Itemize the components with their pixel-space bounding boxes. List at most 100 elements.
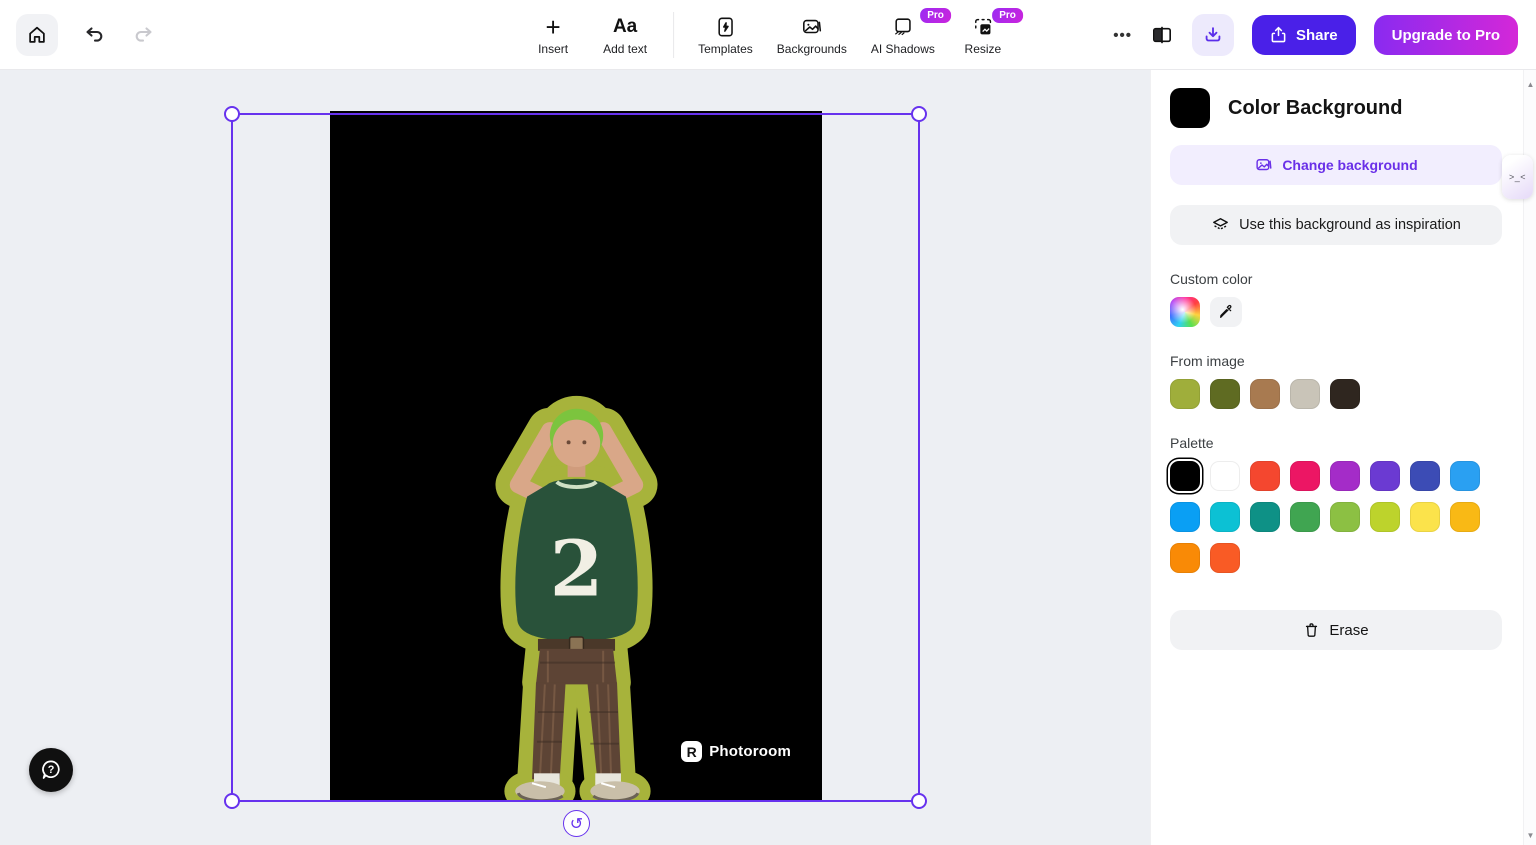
redo-icon (132, 23, 156, 47)
erase-button[interactable]: Erase (1170, 610, 1502, 650)
home-icon (26, 24, 48, 46)
color-swatch[interactable] (1210, 502, 1240, 532)
color-swatch[interactable] (1210, 461, 1240, 491)
change-background-button[interactable]: Change background (1170, 145, 1502, 185)
color-swatch[interactable] (1210, 379, 1240, 409)
undo-button[interactable] (80, 21, 108, 49)
color-swatch[interactable] (1170, 461, 1200, 491)
color-swatch[interactable] (1410, 461, 1440, 491)
watermark-text: Photoroom (709, 743, 791, 760)
help-icon: ? (38, 757, 64, 783)
trash-icon (1303, 621, 1320, 639)
color-swatch[interactable] (1330, 461, 1360, 491)
share-icon (1270, 26, 1287, 44)
editor-canvas[interactable]: 2 R Photoroom ↺ ? (0, 70, 1150, 845)
toolbar-item-label: Backgrounds (776, 41, 847, 56)
palette-swatches (1170, 461, 1492, 573)
photoroom-watermark: R Photoroom (681, 741, 791, 762)
color-swatch[interactable] (1170, 543, 1200, 573)
erase-label: Erase (1329, 621, 1369, 639)
download-button[interactable] (1191, 14, 1234, 56)
help-button[interactable]: ? (29, 748, 73, 792)
more-options-button[interactable]: ••• (1113, 27, 1132, 44)
share-label: Share (1295, 26, 1338, 44)
compare-icon (1151, 25, 1173, 45)
eyedropper-icon (1218, 304, 1234, 320)
toolbar-item-resize[interactable]: Pro Resize (959, 7, 1023, 56)
toolbar-item-templates[interactable]: Templates (698, 15, 753, 56)
redo-button[interactable] (130, 21, 158, 49)
more-icon: ••• (1113, 26, 1132, 44)
toolbar-item-label: Add text (603, 41, 648, 56)
scroll-down-arrow-icon[interactable]: ▼ (1524, 831, 1536, 840)
color-swatch[interactable] (1450, 502, 1480, 532)
subject-person-cutout[interactable]: 2 (453, 385, 700, 802)
peek-face-tab[interactable]: >_< (1502, 155, 1533, 199)
resize-handle-top-left[interactable] (224, 106, 240, 122)
toolbar-item-label: Insert (538, 41, 569, 56)
backgrounds-icon (800, 15, 823, 39)
pro-badge: Pro (992, 7, 1023, 23)
ai-shadows-icon (891, 15, 914, 39)
color-swatch[interactable] (1410, 502, 1440, 532)
color-swatch[interactable] (1250, 502, 1280, 532)
color-swatch[interactable] (1170, 379, 1200, 409)
from-image-swatches (1170, 379, 1501, 409)
home-button[interactable] (16, 14, 58, 56)
resize-handle-bottom-right[interactable] (911, 793, 927, 809)
rotate-icon: ↺ (569, 815, 584, 833)
share-button[interactable]: Share (1251, 15, 1356, 55)
image-artboard[interactable]: 2 R Photoroom (330, 111, 822, 802)
from-image-label: From image (1170, 353, 1245, 369)
custom-color-picker[interactable] (1170, 297, 1200, 327)
toolbar-item-insert[interactable]: + Insert (529, 11, 577, 56)
inspiration-label: Use this background as inspiration (1239, 217, 1461, 233)
color-swatch[interactable] (1450, 461, 1480, 491)
template-icon (715, 15, 736, 39)
toolbar-item-add-text[interactable]: Aa Add text (601, 15, 649, 56)
color-swatch[interactable] (1330, 502, 1360, 532)
face-icon: >_< (1508, 172, 1527, 182)
upgrade-label: Upgrade to Pro (1391, 26, 1500, 44)
resize-handle-bottom-left[interactable] (224, 793, 240, 809)
palette-label: Palette (1170, 435, 1214, 451)
color-swatch[interactable] (1170, 502, 1200, 532)
toolbar-item-backgrounds[interactable]: Backgrounds (777, 15, 847, 56)
layers-icon (1211, 216, 1230, 235)
download-icon (1202, 24, 1224, 46)
use-background-inspiration-button[interactable]: Use this background as inspiration (1170, 205, 1502, 245)
text-icon: Aa (612, 15, 638, 37)
plus-icon: + (545, 11, 561, 42)
color-swatch[interactable] (1290, 502, 1320, 532)
color-swatch[interactable] (1290, 379, 1320, 409)
toolbar-item-label: AI Shadows (870, 41, 935, 56)
image-icon (1254, 156, 1273, 174)
toolbar-item-label: Resize (964, 41, 1002, 56)
compare-button[interactable] (1150, 23, 1174, 47)
top-toolbar: + Insert Aa Add text Templates Backgroun… (0, 0, 1536, 70)
scroll-up-arrow-icon[interactable]: ▲ (1524, 80, 1536, 89)
resize-icon (972, 15, 994, 39)
properties-panel: Color Background Change background Use t… (1150, 70, 1536, 845)
resize-handle-top-right[interactable] (911, 106, 927, 122)
eyedropper-button[interactable] (1210, 297, 1242, 327)
toolbar-divider (673, 12, 675, 58)
toolbar-item-ai-shadows[interactable]: Pro AI Shadows (870, 7, 951, 56)
color-swatch[interactable] (1370, 502, 1400, 532)
photoroom-logo-icon: R (681, 741, 703, 762)
panel-title: Color Background (1228, 96, 1403, 119)
current-color-swatch[interactable] (1170, 88, 1210, 128)
pro-badge: Pro (920, 7, 951, 23)
color-swatch[interactable] (1250, 461, 1280, 491)
color-swatch[interactable] (1330, 379, 1360, 409)
svg-text:?: ? (48, 764, 55, 776)
color-swatch[interactable] (1370, 461, 1400, 491)
undo-icon (82, 23, 106, 47)
svg-text:2: 2 (550, 524, 604, 614)
rotate-handle[interactable]: ↺ (563, 810, 590, 837)
color-swatch[interactable] (1250, 379, 1280, 409)
color-swatch[interactable] (1210, 543, 1240, 573)
color-swatch[interactable] (1290, 461, 1320, 491)
custom-color-label: Custom color (1170, 271, 1253, 287)
upgrade-to-pro-button[interactable]: Upgrade to Pro (1373, 15, 1518, 55)
